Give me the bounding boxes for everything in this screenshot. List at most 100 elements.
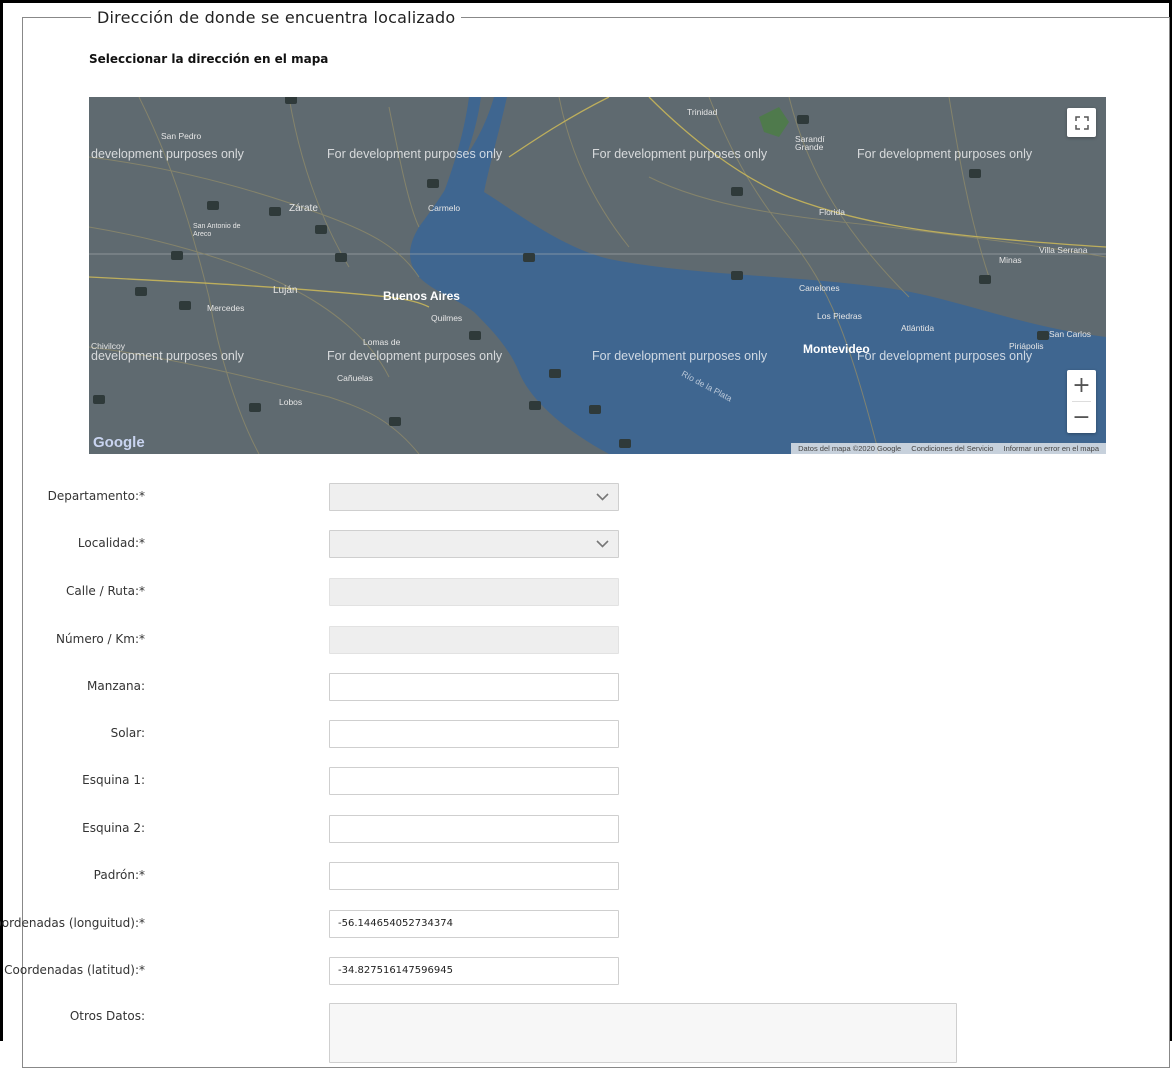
solar-input[interactable] [329,720,619,748]
field-row-departamento: Departamento:* [0,483,1000,513]
map-city-label: Lomas de [363,337,401,347]
localidad-label: Localidad:* [77,536,145,550]
map-city-label: San Carlos [1049,329,1092,339]
report-error-link[interactable]: Informar un error en el mapa [1004,444,1099,453]
esquina2-label: Esquina 2: [82,821,145,835]
map-city-label: Minas [999,255,1022,265]
field-row-otros: Otros Datos: [0,1003,1000,1063]
departamento-label: Departamento:* [47,489,145,503]
field-row-solar: Solar: [0,720,1000,750]
numero-label: Número / Km:* [56,632,145,646]
numero-input[interactable] [329,626,619,654]
route-shield [549,369,561,378]
route-shield [335,253,347,262]
route-shield [731,271,743,280]
chevron-down-icon [596,540,609,548]
esquina1-label: Esquina 1: [82,773,145,787]
map-watermark: For development purposes only [327,147,503,161]
map-city-label: Carmelo [428,203,461,213]
field-row-esquina1: Esquina 1: [0,767,1000,797]
map-city-label: Buenos Aires [383,289,460,303]
zoom-control: + − [1067,370,1096,433]
latitud-input[interactable]: -34.827516147596945 [329,957,619,985]
latitud-label: Coordenadas (latitud):* [4,963,145,977]
route-shield [179,301,191,310]
map-city-label: Villa Serrana [1039,245,1088,255]
field-row-manzana: Manzana: [0,673,1000,703]
solar-label: Solar: [110,726,145,740]
map-watermark: development purposes only [91,349,244,363]
field-row-padron: Padrón:* [0,862,1000,892]
map-city-label: Cañuelas [337,373,373,383]
section-legend: Dirección de donde se encuentra localiza… [97,8,456,27]
map-city-label: Mercedes [207,303,245,313]
map-city-label: Florida [819,207,845,217]
fullscreen-icon [1074,115,1089,130]
route-shield [529,401,541,410]
route-shield [315,225,327,234]
fullscreen-button[interactable] [1067,108,1096,137]
map-city-label: Chivilcoy [91,341,126,351]
route-shield [469,331,481,340]
map-data-credit: Datos del mapa ©2020 Google [798,444,902,453]
route-shield [797,115,809,124]
map-city-label: Trinidad [687,107,718,117]
manzana-input[interactable] [329,673,619,701]
map-instruction: Seleccionar la dirección en el mapa [89,52,329,66]
field-row-esquina2: Esquina 2: [0,815,1000,845]
esquina1-input[interactable] [329,767,619,795]
padron-input[interactable] [329,862,619,890]
map-city-label: Los Piedras [817,311,862,321]
departamento-select[interactable] [329,483,619,511]
map-watermark: For development purposes only [857,349,1033,363]
manzana-label: Manzana: [87,679,145,693]
map-canvas[interactable]: development purposes only For developmen… [89,97,1106,454]
map-watermark: For development purposes only [857,147,1033,161]
route-shield [523,253,535,262]
field-row-numero: Número / Km:* [0,626,1000,656]
route-shield [249,403,261,412]
route-shield [93,395,105,404]
map-city-label: Montevideo [803,342,870,356]
field-row-calle: Calle / Ruta:* [0,578,1000,608]
map-city-label: Zárate [289,203,318,214]
field-row-longitud: Coordenadas (longuitud):* -56.1446540527… [0,910,1000,940]
longitud-input[interactable]: -56.144654052734374 [329,910,619,938]
route-shield [269,207,281,216]
route-shield [207,201,219,210]
padron-label: Padrón:* [93,868,145,882]
route-shield [731,187,743,196]
terms-link[interactable]: Condiciones del Servicio [911,444,993,453]
field-row-latitud: Coordenadas (latitud):* -34.827516147596… [0,957,1000,987]
route-shield [589,405,601,414]
chevron-down-icon [596,493,609,501]
map-city-label: Luján [273,285,298,296]
route-shield [389,417,401,426]
route-shield [135,287,147,296]
map-city-label: Piriápolis [1009,341,1044,351]
otros-label: Otros Datos: [69,1009,145,1023]
route-shield [969,169,981,178]
localidad-select[interactable] [329,530,619,558]
route-shield [979,275,991,284]
otros-textarea[interactable] [329,1003,957,1063]
field-row-localidad: Localidad:* [0,530,1000,560]
route-shield [619,439,631,448]
google-logo: Google [93,434,145,451]
zoom-out-button[interactable]: − [1067,402,1096,433]
map-attribution: Datos del mapa ©2020 Google Condiciones … [791,443,1106,454]
route-shield [285,97,297,104]
map-watermark: For development purposes only [327,349,503,363]
map-watermark: For development purposes only [592,349,768,363]
map-city-label: San Pedro [161,131,202,141]
map-watermark: For development purposes only [592,147,768,161]
route-shield [427,179,439,188]
longitud-label: Coordenadas (longuitud):* [0,916,145,930]
map-city-label: Sarandí Grande [795,134,825,152]
map-watermark: development purposes only [91,147,244,161]
map-city-label: Quilmes [431,313,463,323]
map-city-label: Canelones [799,283,840,293]
calle-input[interactable] [329,578,619,606]
esquina2-input[interactable] [329,815,619,843]
zoom-in-button[interactable]: + [1067,370,1096,401]
